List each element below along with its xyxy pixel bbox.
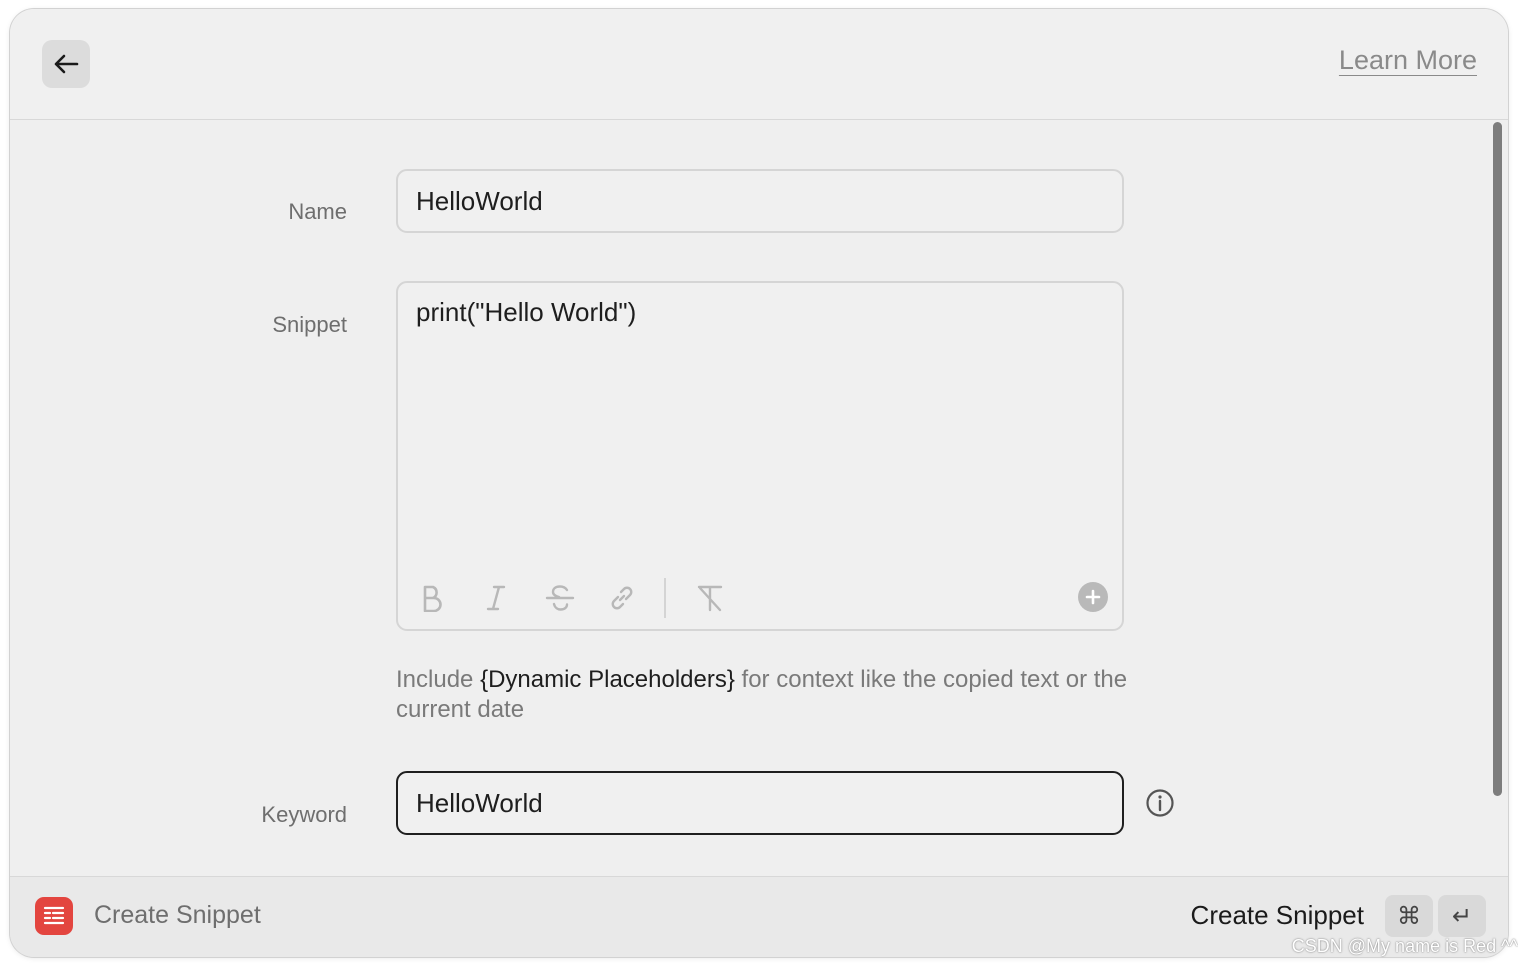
- scrollbar[interactable]: [1490, 122, 1504, 796]
- bold-icon[interactable]: [414, 578, 450, 618]
- watermark: CSDN @My name is Red ^^: [1291, 936, 1518, 956]
- create-snippet-button[interactable]: Create Snippet: [1191, 900, 1364, 931]
- name-label: Name: [288, 199, 347, 224]
- snippet-label: Snippet: [272, 312, 347, 337]
- snippet-text[interactable]: print("Hello World"): [416, 297, 1104, 328]
- footer-title: Create Snippet: [94, 901, 261, 929]
- link-icon[interactable]: [604, 578, 640, 618]
- dynamic-placeholders-link[interactable]: {Dynamic Placeholders}: [480, 666, 735, 693]
- create-snippet-window: Learn More Name HelloWorld Snippet print…: [10, 9, 1508, 957]
- hint-prefix: Include: [396, 666, 481, 693]
- arrow-left-icon: [54, 54, 79, 74]
- toolbar-separator: [664, 578, 666, 618]
- footer-bar: Create Snippet Create Snippet ⌘ ↵: [10, 876, 1508, 957]
- italic-icon[interactable]: [478, 578, 514, 618]
- name-input[interactable]: HelloWorld: [396, 169, 1124, 233]
- snippet-editor[interactable]: print("Hello World"): [396, 281, 1124, 631]
- snippet-app-icon: [35, 897, 73, 935]
- header-bar: Learn More: [10, 9, 1508, 120]
- scrollbar-thumb[interactable]: [1493, 122, 1502, 796]
- placeholder-hint: Include {Dynamic Placeholders} for conte…: [396, 665, 1136, 725]
- add-circle-icon[interactable]: [1078, 582, 1108, 612]
- keyword-input[interactable]: HelloWorld: [396, 771, 1124, 835]
- enter-key-icon[interactable]: ↵: [1438, 895, 1486, 937]
- form-content: Name HelloWorld Snippet print("Hello Wor…: [10, 120, 1508, 876]
- clear-format-icon[interactable]: [692, 578, 728, 618]
- learn-more-link[interactable]: Learn More: [1339, 45, 1477, 76]
- back-button[interactable]: [42, 40, 90, 88]
- keyword-label: Keyword: [261, 802, 347, 827]
- format-toolbar: [414, 578, 1108, 618]
- info-circle-icon[interactable]: [1145, 788, 1175, 818]
- command-key-icon[interactable]: ⌘: [1385, 895, 1433, 937]
- strikethrough-icon[interactable]: [542, 578, 578, 618]
